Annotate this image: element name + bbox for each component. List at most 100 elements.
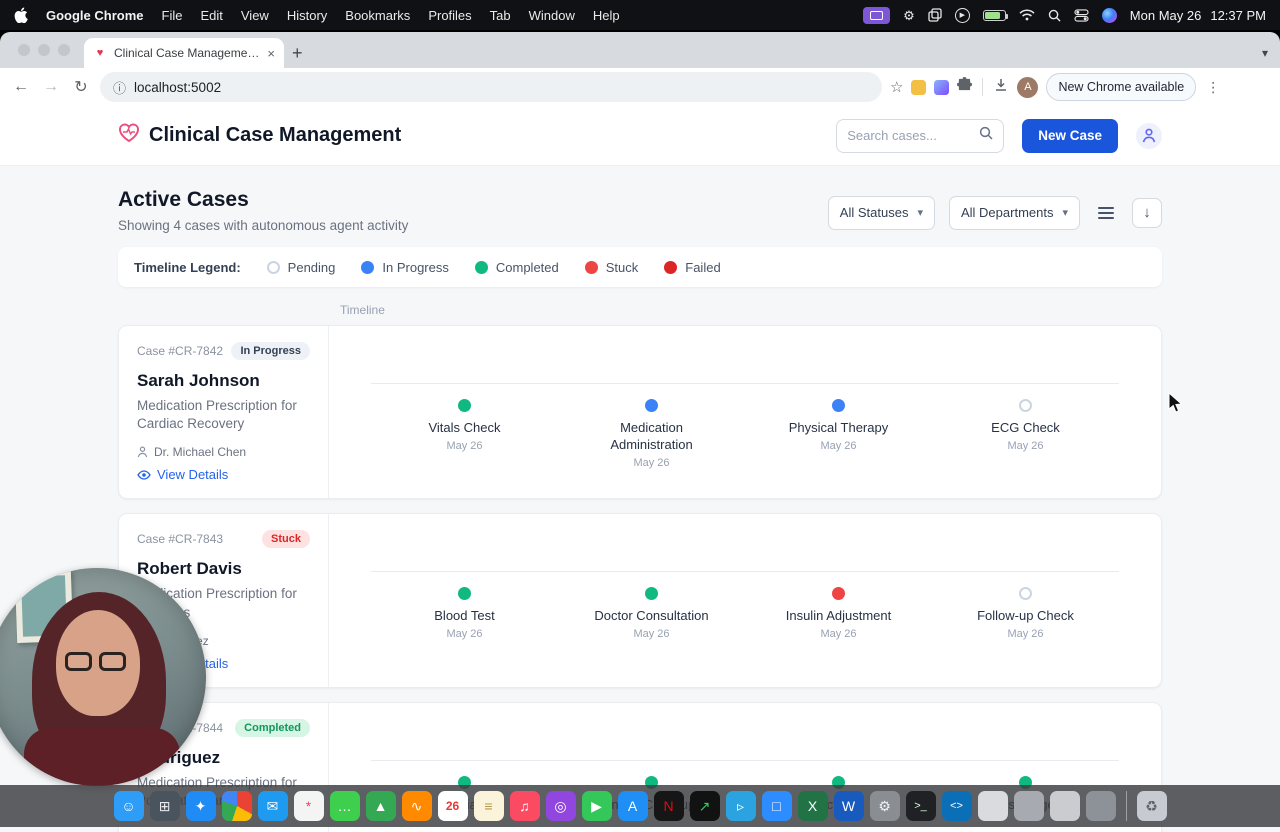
legend-item-failed: Failed (664, 260, 721, 275)
list-view-button[interactable] (1094, 203, 1118, 223)
dock-icon-vscode[interactable]: <> (941, 791, 972, 821)
status-badge: In Progress (231, 342, 310, 360)
dock-icon-notes[interactable]: ≡ (473, 791, 504, 821)
menu-item-window[interactable]: Window (529, 8, 575, 23)
step-dot (832, 399, 845, 412)
dock-icon-messages[interactable]: … (329, 791, 360, 821)
menu-item-file[interactable]: File (162, 8, 183, 23)
webcam-overlay (0, 568, 206, 786)
dock-icon-system-settings[interactable]: ⚙ (869, 791, 900, 821)
dock-icon-mail[interactable]: ✉ (257, 791, 288, 821)
extension-icon-1[interactable] (911, 79, 927, 95)
minimize-window-button[interactable] (38, 44, 50, 56)
control-center-icon[interactable] (1074, 8, 1089, 22)
search-icon (979, 126, 993, 145)
dock-icon-trash[interactable]: ♻ (1136, 791, 1167, 821)
dock-icon-chrome[interactable] (221, 791, 252, 821)
case-timeline: Vitals Check May 26 Medication Administra… (329, 326, 1161, 498)
bookmark-star-icon[interactable]: ☆ (890, 78, 903, 96)
user-avatar[interactable] (1136, 122, 1162, 149)
dock-icon-safari[interactable]: ✦ (185, 791, 216, 821)
dock-icon-calendar[interactable]: 26 (437, 791, 468, 821)
dock-icon-stocks[interactable]: ↗ (689, 791, 720, 821)
gear-status-icon[interactable]: ⚙ (903, 9, 915, 22)
window-controls[interactable] (18, 44, 70, 56)
glasses (65, 652, 126, 671)
tab-close-icon[interactable]: × (267, 46, 275, 61)
tab-search-chevron-icon[interactable]: ▾ (1262, 46, 1268, 60)
step-dot (458, 399, 471, 412)
export-download-button[interactable]: ↓ (1132, 197, 1162, 228)
eye-icon (137, 470, 151, 480)
menu-bar-date: Mon May 26 (1129, 7, 1202, 23)
browser-profile-avatar[interactable]: A (1017, 76, 1039, 98)
menu-item-edit[interactable]: Edit (200, 8, 222, 23)
menu-item-tab[interactable]: Tab (490, 8, 511, 23)
dock-icon-podcasts[interactable]: ◎ (545, 791, 576, 821)
menu-bar-time: 12:37 PM (1210, 7, 1266, 23)
forward-button[interactable]: → (40, 78, 62, 96)
browser-tab-strip: ♥ Clinical Case Management Da × + ▾ (0, 32, 1280, 68)
zoom-window-button[interactable] (58, 44, 70, 56)
tab-favicon-icon: ♥ (93, 46, 107, 60)
menu-item-help[interactable]: Help (593, 8, 620, 23)
dock-icon-netflix[interactable]: N (653, 791, 684, 821)
browser-menu-icon[interactable]: ⋮ (1204, 79, 1222, 96)
play-status-icon[interactable]: ▶ (954, 7, 970, 23)
chrome-update-pill[interactable]: New Chrome available (1046, 73, 1197, 101)
extensions-puzzle-icon[interactable] (957, 77, 973, 97)
battery-icon[interactable] (982, 9, 1008, 21)
status-filter-select[interactable]: All Statuses ▾ (827, 195, 935, 230)
mouse-cursor (1168, 391, 1184, 419)
dock-icon-finder[interactable]: ☺ (113, 791, 144, 821)
dock-icon-window-thumbnail-4[interactable] (1085, 791, 1116, 821)
dock-icon-zoom[interactable]: □ (761, 791, 792, 821)
menu-item-history[interactable]: History (287, 8, 327, 23)
menu-item-profiles[interactable]: Profiles (428, 8, 471, 23)
dock-icon-word[interactable]: W (833, 791, 864, 821)
search-input[interactable] (847, 128, 974, 143)
menu-bar-clock[interactable]: Mon May 26 12:37 PM (1130, 8, 1266, 23)
browser-tab[interactable]: ♥ Clinical Case Management Da × (84, 38, 284, 68)
wifi-icon[interactable] (1019, 9, 1035, 21)
dock-icon-music[interactable]: ♫ (509, 791, 540, 821)
spotlight-search-icon[interactable] (1048, 9, 1061, 22)
back-button[interactable]: ← (10, 78, 32, 96)
reload-button[interactable]: ↻ (70, 77, 92, 97)
department-filter-select[interactable]: All Departments ▾ (948, 195, 1080, 230)
menu-item-view[interactable]: View (241, 8, 269, 23)
inprogress-dot-icon (361, 260, 375, 274)
dock-icon-excel[interactable]: X (797, 791, 828, 821)
downloads-icon[interactable] (993, 77, 1009, 98)
patient-name: Sarah Johnson (137, 371, 260, 390)
menu-app-name[interactable]: Google Chrome (46, 8, 144, 23)
dock-icon-facetime[interactable]: ▶ (581, 791, 612, 821)
screen-recording-indicator[interactable] (863, 6, 891, 24)
close-window-button[interactable] (18, 44, 30, 56)
address-bar[interactable]: ⓘ localhost:5002 (100, 72, 882, 102)
dock-icon-window-thumbnail-1[interactable] (977, 791, 1008, 821)
dock-icon-firefox[interactable]: ∿ (401, 791, 432, 821)
new-tab-button[interactable]: + (292, 44, 303, 62)
dock-icon-telegram[interactable]: ▹ (725, 791, 756, 821)
view-details-link[interactable]: View Details (137, 467, 310, 482)
dock-icon-launchpad[interactable]: ⊞ (149, 791, 180, 821)
apple-menu-icon[interactable] (14, 7, 28, 23)
siri-icon[interactable] (1101, 7, 1117, 23)
dock-icon-app-store[interactable]: A (617, 791, 648, 821)
dock-icon-window-thumbnail-2[interactable] (1013, 791, 1044, 821)
dock-icon-window-thumbnail-3[interactable] (1049, 791, 1080, 821)
menu-item-bookmarks[interactable]: Bookmarks (345, 8, 410, 23)
timeline-column-caption: Timeline (340, 303, 385, 317)
legend-item-completed: Completed (474, 260, 559, 275)
dock-icon-maps[interactable]: ▲ (365, 791, 396, 821)
site-info-icon[interactable]: ⓘ (113, 78, 126, 97)
new-case-button[interactable]: New Case (1022, 118, 1118, 153)
extension-icon-2[interactable] (934, 79, 950, 95)
dock-icon-photos[interactable]: * (293, 791, 324, 821)
dock-icon-terminal[interactable]: >_ (905, 791, 936, 821)
case-card: Case #CR-7842 In Progress Sarah Johnson … (118, 325, 1162, 500)
timeline-step: Insulin Adjustment May 26 (745, 587, 932, 640)
stacked-windows-icon[interactable] (928, 8, 942, 22)
case-id: Case #CR-7842 (137, 344, 224, 358)
